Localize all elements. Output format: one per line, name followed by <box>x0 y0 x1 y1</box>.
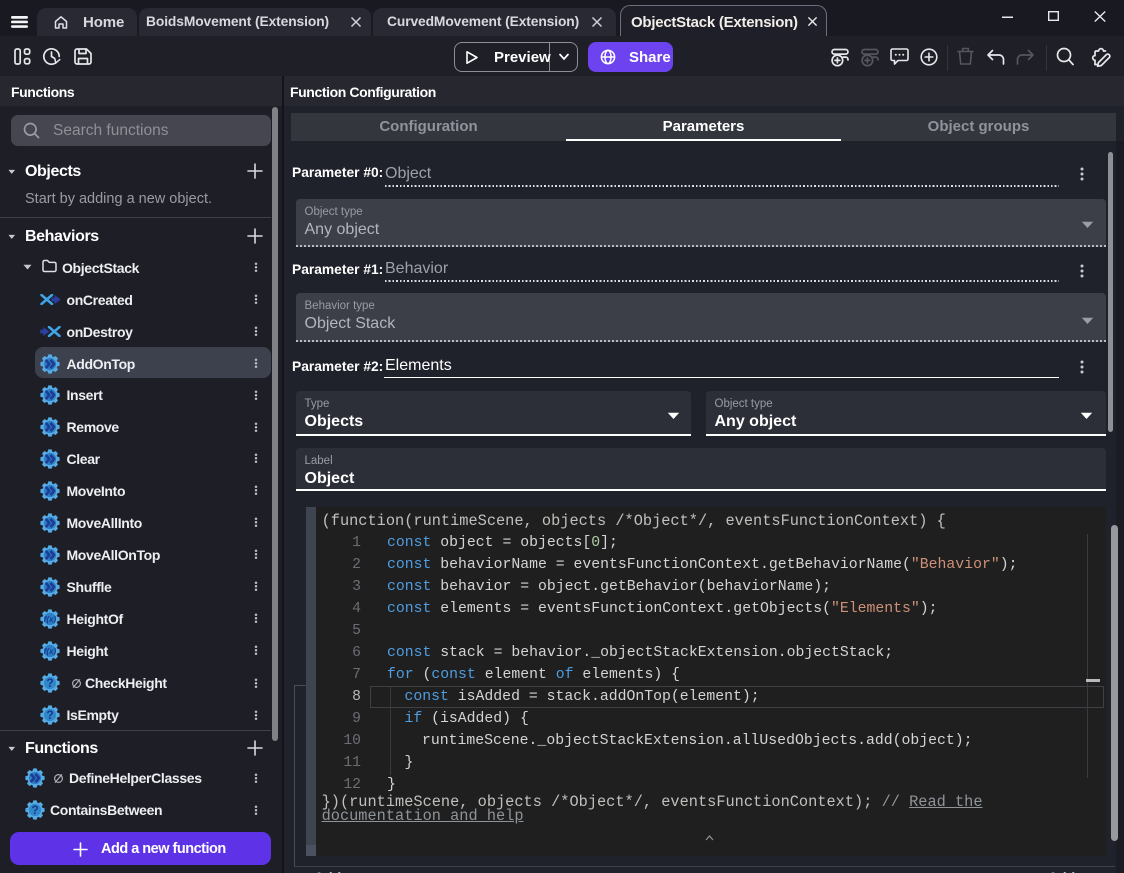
svg-text:f(x): f(x) <box>44 614 57 623</box>
svg-text:?: ? <box>31 803 38 817</box>
svg-text:?: ? <box>46 676 53 690</box>
svg-text:?: ? <box>46 708 53 722</box>
svg-text:f(x): f(x) <box>44 646 57 655</box>
